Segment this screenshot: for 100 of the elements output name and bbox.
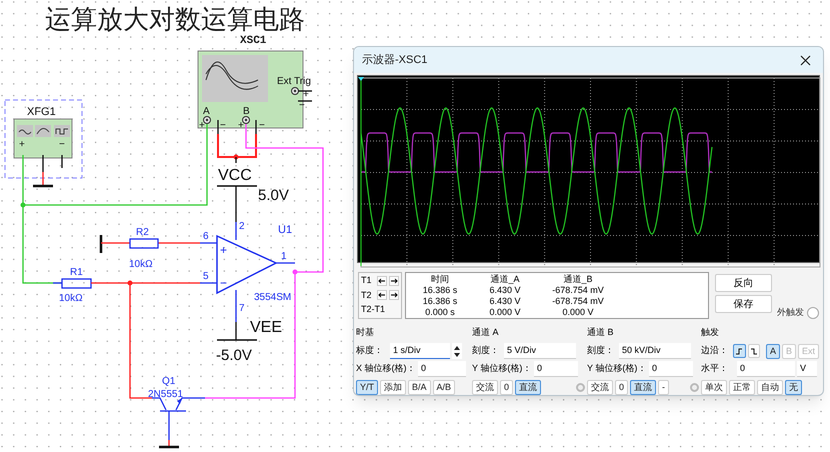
toggle-button[interactable]: 正常 — [729, 380, 755, 394]
cursor-label: T2 — [361, 288, 373, 302]
toggle-button[interactable]: A — [766, 344, 780, 358]
supply-label: VCC — [218, 167, 252, 184]
arrow-icon — [378, 291, 386, 300]
edge-button[interactable] — [733, 344, 746, 358]
field-label: 刻度： — [587, 344, 615, 358]
toggle-button[interactable]: 0 — [615, 380, 628, 394]
action-button[interactable]: 保存 — [715, 295, 772, 313]
spinner-button[interactable] — [452, 343, 462, 359]
input-sign: − — [220, 276, 228, 290]
input-field[interactable]: 0 — [418, 361, 466, 377]
toggle-button[interactable]: B/A — [408, 380, 431, 394]
instrument-label: XSC1 — [240, 35, 266, 47]
table-cell-text: -678.754 mV — [551, 285, 605, 296]
resistor-symbol[interactable] — [61, 278, 92, 289]
cursor-move-button[interactable] — [389, 290, 399, 300]
input-field[interactable]: 0 — [737, 361, 795, 377]
spinner-arrows-icon — [454, 346, 460, 356]
junction-dot — [128, 280, 132, 286]
component-model: 3554SM — [254, 292, 292, 303]
op-amp-symbol[interactable] — [216, 234, 278, 294]
table-cell-text: -678.754 mV — [551, 296, 605, 307]
toggle-button[interactable]: 添加 — [380, 380, 406, 394]
edge-button[interactable] — [748, 344, 760, 358]
pin-number: 6 — [203, 231, 209, 242]
junction-dot — [20, 202, 26, 208]
field-label: X 轴位移(格)： — [356, 362, 416, 376]
component-label: Q1 — [162, 376, 176, 387]
arrow-icon — [378, 277, 386, 286]
table-cell-text: 0.000 s — [424, 307, 456, 318]
toggle-button[interactable]: 直流 — [515, 380, 542, 394]
component-label: R1 — [70, 267, 83, 278]
arrow-icon — [390, 291, 398, 300]
input-field[interactable]: 1 s/Div — [390, 343, 450, 359]
falling-edge-icon — [750, 346, 758, 356]
polarity-sign: + — [238, 120, 244, 131]
polarity-sign: + — [19, 139, 25, 150]
toggle-button[interactable]: 交流 — [472, 380, 498, 394]
field-label: 触发 — [701, 326, 719, 340]
junction-dot — [292, 270, 298, 274]
toggle-button[interactable]: 无 — [785, 380, 802, 394]
input-field[interactable]: V — [797, 361, 817, 377]
component-label: R2 — [136, 227, 149, 238]
pin-number: 7 — [239, 303, 245, 314]
component-value: 10kΩ — [59, 293, 83, 304]
cursor-move-button[interactable] — [377, 290, 387, 300]
square-wave-icon — [54, 125, 70, 137]
toggle-button[interactable]: Y/T — [356, 380, 378, 394]
transistor-symbol[interactable] — [151, 397, 206, 441]
terminal-icon[interactable] — [291, 87, 299, 95]
toggle-button[interactable]: 自动 — [757, 380, 783, 394]
input-field[interactable]: 0 — [534, 361, 578, 377]
sine-wave-icon — [202, 55, 268, 102]
component-value: 10kΩ — [129, 259, 153, 270]
pin-number: 5 — [203, 271, 209, 282]
toggle-button[interactable]: A/B — [432, 380, 456, 394]
polarity-sign: − — [59, 139, 65, 150]
toggle-button[interactable]: 单次 — [701, 380, 727, 394]
pin-number: 2 — [239, 221, 245, 232]
column-header: 通道_B — [562, 274, 594, 285]
field-label: 时基 — [356, 326, 374, 340]
option-label: 外触发 — [777, 306, 804, 318]
terminal-icon[interactable] — [242, 116, 250, 124]
ext-trig-label: Ext Trig — [277, 76, 311, 87]
supply-label: VEE — [250, 319, 282, 336]
resistor-symbol[interactable] — [129, 238, 159, 249]
toggle-button[interactable]: - — [658, 380, 670, 394]
field-label: 边沿： — [701, 344, 729, 358]
wire — [298, 90, 312, 92]
table-cell-text: 0.000 V — [488, 307, 522, 318]
toggle-button[interactable]: 直流 — [630, 380, 656, 394]
radio-button[interactable] — [807, 307, 819, 319]
polarity-sign: + — [199, 120, 205, 131]
field-label: Y 轴位移(格)： — [587, 362, 647, 376]
cursor-label: T2-T1 — [361, 303, 386, 316]
table-cell-text: 6.430 V — [488, 296, 522, 307]
action-button[interactable]: 反向 — [715, 274, 772, 292]
field-label: 刻度： — [472, 344, 500, 358]
sine-wave-icon — [17, 125, 33, 137]
toggle-button[interactable]: 0 — [500, 380, 514, 394]
cursor-move-button[interactable] — [389, 276, 399, 286]
field-label: 通道 A — [472, 326, 499, 340]
input-field[interactable]: 5 V/Div — [504, 343, 576, 359]
wire — [298, 100, 312, 102]
pin-number: 1 — [281, 251, 287, 262]
component-model: 2N5551 — [148, 389, 184, 400]
input-field[interactable]: 50 kV/Div — [619, 343, 691, 359]
terminal-icon[interactable] — [203, 116, 211, 124]
cursor-line[interactable] — [358, 77, 364, 266]
table-cell-text: 16.386 s — [422, 296, 458, 307]
field-label: 标度： — [356, 344, 384, 358]
polarity-sign: + — [303, 89, 309, 100]
field-label: 通道 B — [587, 326, 614, 340]
input-field[interactable]: 0 — [649, 361, 693, 377]
toggle-button[interactable]: 交流 — [587, 380, 613, 394]
cursor-move-button[interactable] — [377, 276, 387, 286]
cursor-label: T1 — [361, 274, 373, 288]
input-sign: + — [220, 243, 228, 257]
table-cell-text: 16.386 s — [422, 285, 458, 296]
